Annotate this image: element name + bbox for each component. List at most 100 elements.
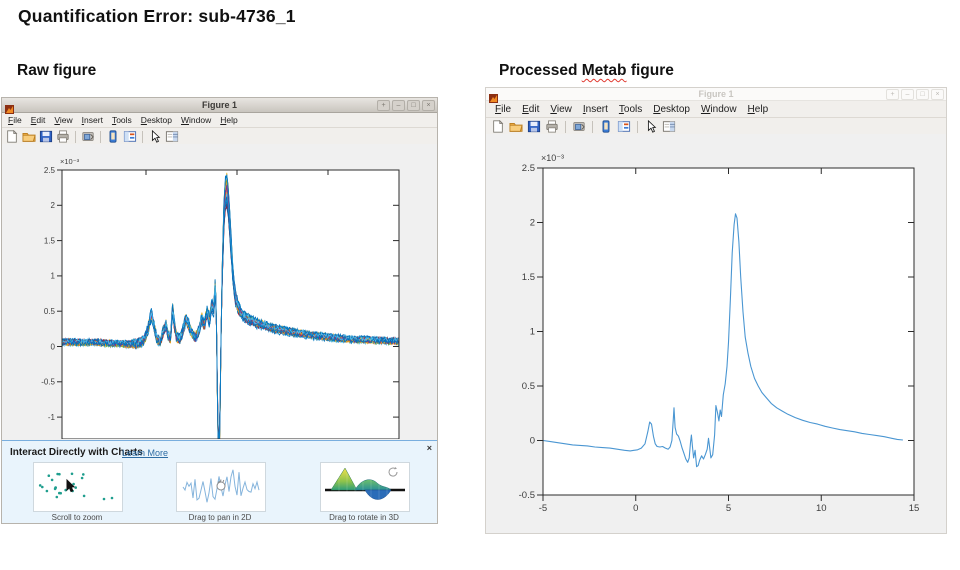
new-document-icon[interactable] [4,129,20,144]
close-button[interactable]: × [422,100,435,111]
menu-item-view[interactable]: View [546,104,576,115]
maximize-button[interactable]: □ [916,89,929,100]
svg-text:-5: -5 [539,503,547,514]
menu-item-help[interactable]: Help [744,104,773,115]
page-title: Quantification Error: sub-4736_1 [18,6,296,27]
svg-text:2: 2 [51,201,56,210]
raw-window-titlebar[interactable]: Figure 1 +–□× [2,98,437,113]
interact-charts-banner: Interact Directly with Charts Learn More… [2,440,437,523]
rotate3d-thumbnail-icon [321,463,409,511]
toolbar-separator [142,131,143,143]
svg-text:×10⁻³: ×10⁻³ [60,157,80,166]
svg-text:2.5: 2.5 [44,166,56,175]
menu-item-file[interactable]: File [491,104,515,115]
edit-plot-arrow-icon[interactable] [643,119,659,134]
link-plots-icon[interactable] [80,129,96,144]
svg-text:-0.5: -0.5 [41,378,55,387]
thumbnail-caption: Scroll to zoom [17,513,137,522]
close-button[interactable]: × [931,89,944,100]
menu-item-view[interactable]: View [50,115,76,125]
property-editor-icon[interactable] [164,129,180,144]
svg-text:1.5: 1.5 [44,236,56,245]
svg-text:2.5: 2.5 [522,163,535,174]
toolbar-separator [637,121,638,133]
save-icon[interactable] [38,129,54,144]
minimize-button[interactable]: – [901,89,914,100]
processed-label-suffix: figure [627,62,674,79]
raw-figure-canvas: 2.5 2 1.5 1 0.5 0 -0.5 -1 ×10⁻³ [2,144,437,439]
window-controls: +–□× [377,100,437,111]
edit-plot-arrow-icon[interactable] [147,129,163,144]
thumbnail-caption: Drag to pan in 2D [160,513,280,522]
restore-button[interactable]: + [886,89,899,100]
processed-figure-canvas: 2.521.510.50-0.5-5051015×10⁻³ [486,134,946,533]
banner-close-icon[interactable]: × [427,444,432,453]
menu-item-tools[interactable]: Tools [108,115,136,125]
processed-window-titlebar[interactable]: Figure 1 +–□× [486,88,946,101]
menu-item-window[interactable]: Window [697,104,741,115]
menu-item-edit[interactable]: Edit [27,115,50,125]
scroll-to-zoom-thumbnail[interactable] [33,462,123,512]
save-icon[interactable] [526,119,542,134]
svg-text:-0.5: -0.5 [519,490,535,501]
menu-item-desktop[interactable]: Desktop [137,115,176,125]
menu-item-tools[interactable]: Tools [615,104,646,115]
svg-text:5: 5 [726,503,731,514]
minimize-button[interactable]: – [392,100,405,111]
thumbnail-caption: Drag to rotate in 3D [304,513,424,522]
open-folder-icon[interactable] [508,119,524,134]
menu-item-insert[interactable]: Insert [78,115,107,125]
scatter-thumbnail-icon [34,463,122,511]
open-folder-icon[interactable] [21,129,37,144]
processed-figure-label: Processed Metab figure [499,62,674,80]
svg-text:0: 0 [51,342,56,351]
raw-figure-label: Raw figure [17,62,96,80]
svg-text:0.5: 0.5 [44,307,56,316]
property-inspector-icon[interactable] [122,129,138,144]
drag-to-rotate-thumbnail[interactable] [320,462,410,512]
menu-item-file[interactable]: File [4,115,26,125]
svg-text:-1: -1 [48,413,56,422]
raw-plot-area[interactable]: 2.5 2 1.5 1 0.5 0 -0.5 -1 ×10⁻³ [2,144,437,439]
processed-plot-area[interactable]: 2.521.510.50-0.5-5051015×10⁻³ [486,134,946,533]
menu-item-desktop[interactable]: Desktop [649,104,694,115]
learn-more-link[interactable]: Learn More [122,448,168,458]
svg-text:0.5: 0.5 [522,381,535,392]
svg-text:1: 1 [51,272,56,281]
print-icon[interactable] [55,129,71,144]
svg-text:15: 15 [909,503,920,514]
processed-label-prefix: Processed [499,62,582,79]
property-inspector-icon[interactable] [616,119,632,134]
menu-item-edit[interactable]: Edit [518,104,543,115]
link-plots-icon[interactable] [571,119,587,134]
print-icon[interactable] [544,119,560,134]
window-title: Figure 1 [2,100,437,110]
toolbar-separator [565,121,566,133]
toolbar-separator [592,121,593,133]
window-controls: +–□× [886,89,946,100]
restore-button[interactable]: + [377,100,390,111]
svg-text:0: 0 [530,436,535,447]
cursor-arrow-icon [67,480,74,492]
svg-text:10: 10 [816,503,827,514]
window-title: Figure 1 [486,89,946,99]
mobile-view-icon[interactable] [105,129,121,144]
svg-text:1.5: 1.5 [522,272,535,283]
new-document-icon[interactable] [490,119,506,134]
processed-label-misspelled-word: Metab [582,62,627,79]
menu-item-insert[interactable]: Insert [579,104,612,115]
menu-item-help[interactable]: Help [216,115,241,125]
pan-thumbnail-icon [177,463,265,511]
toolbar-separator [75,131,76,143]
property-editor-icon[interactable] [661,119,677,134]
mobile-view-icon[interactable] [598,119,614,134]
processed-menubar: FileEditViewInsertToolsDesktopWindowHelp [486,101,946,118]
maximize-button[interactable]: □ [407,100,420,111]
toolbar-separator [100,131,101,143]
menu-item-window[interactable]: Window [177,115,215,125]
raw-menubar: FileEditViewInsertToolsDesktopWindowHelp [2,113,437,128]
processed-figure-window: Figure 1 +–□× FileEditViewInsertToolsDes… [486,88,946,533]
rotate-cursor-icon [389,468,397,476]
svg-text:2: 2 [530,218,535,229]
drag-to-pan-thumbnail[interactable] [176,462,266,512]
